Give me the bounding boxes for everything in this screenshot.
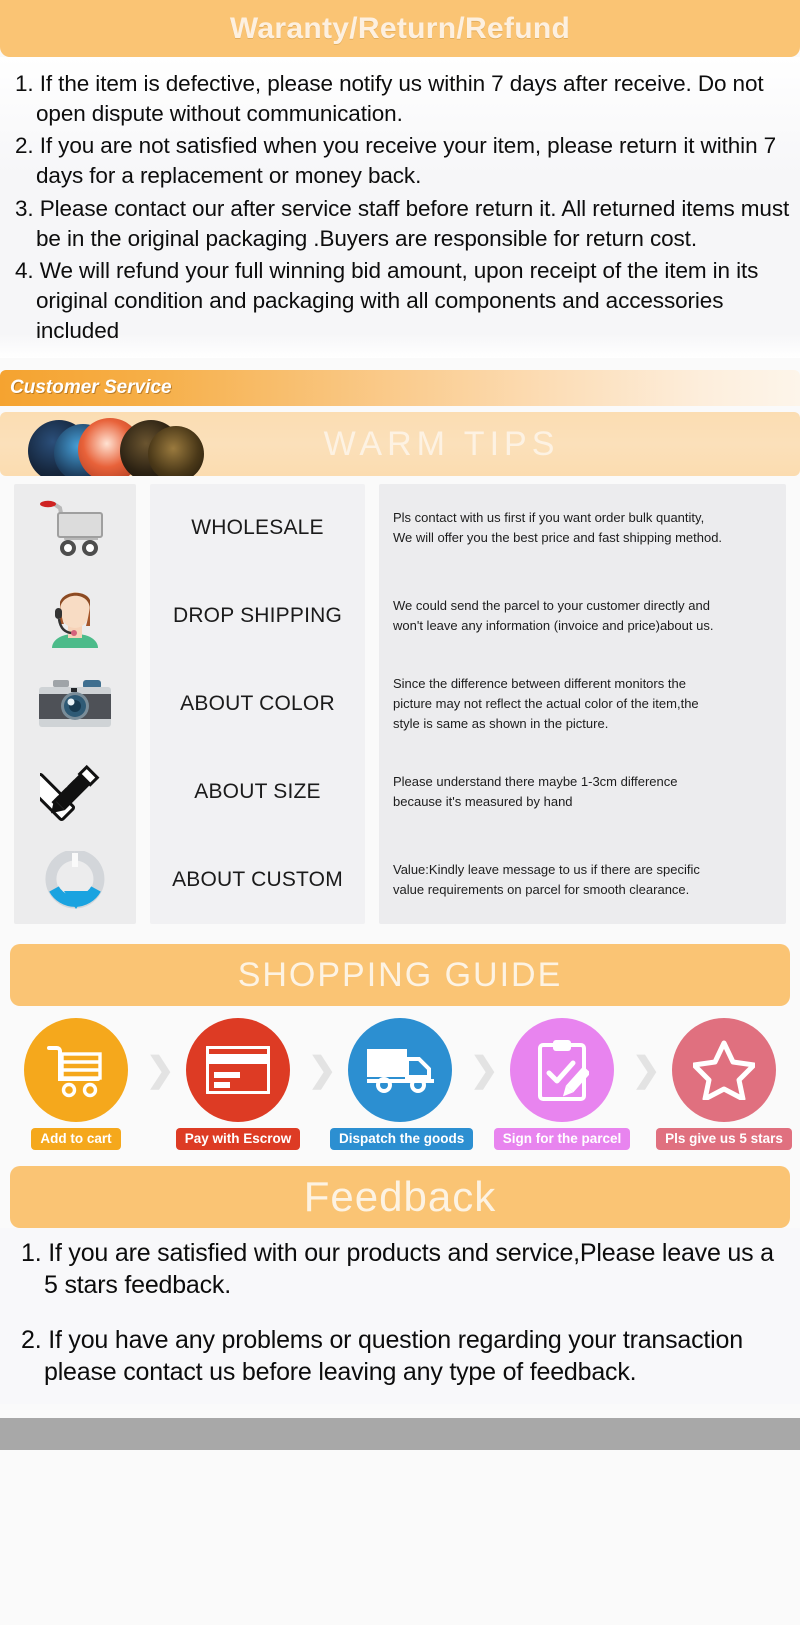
tip-description: Please understand there maybe 1-3cm diff… <box>379 748 786 836</box>
shopping-guide-steps: ❯ ❯ ❯ ❯ <box>0 1006 800 1123</box>
warranty-item: 3. Please contact our after service staf… <box>15 195 790 251</box>
tip-name: ABOUT SIZE <box>194 780 321 804</box>
step-label-wrap: Dispatch the goods <box>330 1128 474 1151</box>
footer-bar <box>0 1418 800 1451</box>
guide-step-add-to-cart[interactable] <box>6 1018 146 1123</box>
tip-description-line: Since the difference between different m… <box>393 676 686 692</box>
camera-icon <box>14 660 136 748</box>
guide-step-pay-with-escrow[interactable] <box>168 1018 308 1123</box>
credit-card-icon <box>186 1018 290 1123</box>
tip-description-line: because it's measured by hand <box>393 794 573 810</box>
warranty-title: Waranty/Return/Refund <box>229 12 571 45</box>
warranty-list: 1. If the item is defective, please noti… <box>10 69 790 346</box>
step-label-wrap: Add to cart <box>6 1128 146 1151</box>
tip-name: DROP SHIPPING <box>172 604 343 628</box>
tip-description-line: Pls contact with us first if you want or… <box>393 510 705 526</box>
chevron-right-icon: ❯ <box>146 1051 175 1090</box>
label-spacer <box>470 1128 492 1150</box>
tip-description: Value:Kindly leave message to us if ther… <box>379 836 786 924</box>
warm-tips-name-column: WHOLESALE DROP SHIPPING ABOUT COLOR ABOU… <box>150 484 365 925</box>
shopping-guide-header: SHOPPING GUIDE <box>10 944 790 1007</box>
chevron-right-icon: ❯ <box>632 1051 661 1090</box>
step-label: Add to cart <box>31 1128 121 1151</box>
warm-tips-table: WHOLESALE DROP SHIPPING ABOUT COLOR ABOU… <box>0 476 800 934</box>
step-label: Sign for the parcel <box>493 1128 631 1151</box>
warm-tips-description-column: Pls contact with us first if you want or… <box>379 484 786 925</box>
clipboard-check-icon <box>510 1018 614 1123</box>
customer-service-bar: Customer Service <box>0 370 800 407</box>
guide-step-pls-give-us-5-stars[interactable] <box>654 1018 794 1123</box>
feedback-header: Feedback <box>10 1166 790 1229</box>
tip-name: ABOUT COLOR <box>180 692 335 716</box>
warm-tips-icon-column <box>14 484 136 925</box>
shopping-guide-step-labels: Add to cart Pay with Escrow Dispatch the… <box>0 1122 800 1151</box>
feedback-item: 1. If you are satisfied with our product… <box>21 1239 774 1299</box>
tip-name: ABOUT CUSTOM <box>172 868 343 892</box>
step-label-wrap: Sign for the parcel <box>492 1128 632 1151</box>
feedback-body: 1. If you are satisfied with our product… <box>0 1228 800 1405</box>
chevron-right-icon: ❯ <box>470 1051 499 1090</box>
tip-description-line: won't leave any information (invoice and… <box>393 618 714 634</box>
tip-description: Pls contact with us first if you want or… <box>379 484 786 572</box>
warranty-item: 4. We will refund your full winning bid … <box>15 257 759 344</box>
label-spacer <box>308 1128 330 1150</box>
step-label: Dispatch the goods <box>330 1128 474 1151</box>
warranty-item: 1. If the item is defective, please noti… <box>15 71 764 127</box>
shopping-guide-title: SHOPPING GUIDE <box>237 956 563 995</box>
warm-tips-title: WARM TIPS <box>323 424 560 463</box>
tip-description-line: We could send the parcel to your custome… <box>393 598 710 614</box>
tip-description-line: picture may not reflect the actual color… <box>393 696 699 712</box>
tip-description-line: style is same as shown in the picture. <box>393 716 609 732</box>
chevron-right-icon: ❯ <box>308 1051 337 1090</box>
step-label: Pay with Escrow <box>175 1128 301 1151</box>
tip-description-line: Please understand there maybe 1-3cm diff… <box>393 774 678 790</box>
warm-tips-header: WARM TIPS <box>0 412 800 477</box>
feedback-item: 2. If you have any problems or question … <box>21 1326 743 1386</box>
guide-step-dispatch-the-goods[interactable] <box>330 1018 470 1123</box>
guide-step-sign-for-the-parcel[interactable] <box>492 1018 632 1123</box>
cart-icon <box>24 1018 128 1123</box>
yoyo-product-photo <box>28 412 204 477</box>
custom-loading-icon <box>14 836 136 924</box>
step-label: Pls give us 5 stars <box>656 1128 792 1151</box>
tip-description-line: value requirements on parcel for smooth … <box>393 882 690 898</box>
warranty-header: Waranty/Return/Refund <box>0 0 800 57</box>
truck-icon <box>348 1018 452 1123</box>
tip-description-line: We will offer you the best price and fas… <box>393 530 723 546</box>
warranty-item: 2. If you are not satisfied when you rec… <box>15 133 777 189</box>
shopping-cart-icon <box>14 484 136 572</box>
label-spacer <box>632 1128 654 1150</box>
step-label-wrap: Pls give us 5 stars <box>654 1128 794 1151</box>
step-label-wrap: Pay with Escrow <box>168 1128 308 1151</box>
customer-support-agent-icon <box>14 572 136 660</box>
tip-description-line: Value:Kindly leave message to us if ther… <box>393 862 700 878</box>
tip-description: Since the difference between different m… <box>379 660 786 748</box>
tip-name: WHOLESALE <box>191 516 324 540</box>
feedback-list: 1. If you are satisfied with our product… <box>12 1238 788 1388</box>
feedback-title: Feedback <box>303 1173 497 1221</box>
ruler-pencil-icon <box>14 748 136 836</box>
tip-description: We could send the parcel to your custome… <box>379 572 786 660</box>
warranty-body: 1. If the item is defective, please noti… <box>0 57 800 359</box>
customer-service-label: Customer Service <box>10 377 172 399</box>
star-icon <box>672 1018 776 1123</box>
label-spacer <box>146 1128 168 1150</box>
